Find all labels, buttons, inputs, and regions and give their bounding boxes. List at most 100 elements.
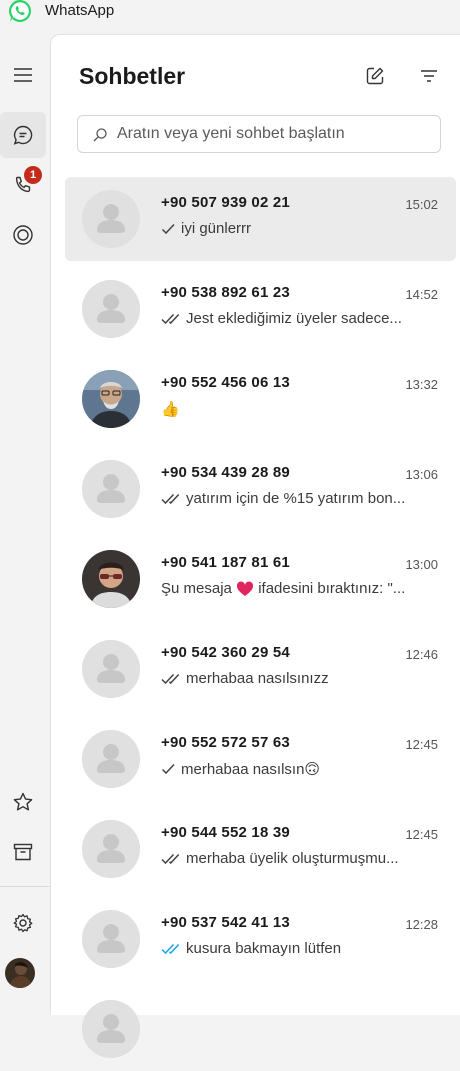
contact-avatar: [82, 370, 140, 428]
chat-timestamp: 12:28: [405, 917, 438, 932]
contact-name: +90 534 439 28 89: [161, 464, 290, 481]
chat-list-item[interactable]: [65, 987, 456, 1071]
menu-button[interactable]: [0, 52, 46, 98]
status-ring-icon: [13, 225, 33, 245]
delivered-double-tick-icon: [161, 673, 180, 684]
contact-name: +90 544 552 18 39: [161, 824, 290, 841]
search-placeholder: Aratın veya yeni sohbet başlatın: [117, 125, 345, 142]
contact-avatar: [82, 460, 140, 518]
delivered-double-tick-icon: [161, 313, 180, 324]
default-avatar-icon: [82, 190, 140, 248]
chat-list-item[interactable]: +90 534 439 28 89 13:06 yatırım için de %1…: [65, 447, 456, 531]
default-avatar-icon: [82, 280, 140, 338]
contact-avatar: [82, 280, 140, 338]
delivered-double-tick-icon: [161, 853, 180, 864]
sent-tick-icon: [161, 223, 175, 234]
archived-chats-button[interactable]: [0, 829, 46, 875]
star-icon: [13, 792, 33, 811]
title-bar: WhatsApp: [0, 0, 460, 34]
contact-photo-icon: [82, 550, 140, 608]
chat-list-item[interactable]: +90 507 939 02 21 15:02 iyi günlerrr: [65, 177, 456, 261]
chat-preview: Jest eklediğimiz üyeler sadece...: [161, 310, 423, 327]
hamburger-menu-icon: [14, 68, 32, 82]
contact-avatar: [82, 1000, 140, 1058]
profile-photo-icon: [5, 958, 35, 988]
chat-bubble-icon: [13, 125, 33, 145]
chat-timestamp: 12:46: [405, 647, 438, 662]
search-input[interactable]: Aratın veya yeni sohbet başlatın: [77, 115, 441, 153]
chat-preview-text: merhaba üyelik oluşturmuşmu...: [186, 850, 399, 867]
default-avatar-icon: [82, 640, 140, 698]
chat-timestamp: 12:45: [405, 827, 438, 842]
chat-list-item[interactable]: +90 541 187 81 61 13:00 Şu mesaja ifadesin…: [65, 537, 456, 621]
message-status: [161, 673, 181, 685]
chat-timestamp: 13:06: [405, 467, 438, 482]
chat-preview-text: Jest eklediğimiz üyeler sadece...: [186, 310, 402, 327]
gear-icon: [13, 913, 33, 933]
chat-list-item[interactable]: +90 537 542 41 13 12:28 kusura bakmayın lü…: [65, 897, 456, 981]
filter-button[interactable]: [416, 63, 442, 89]
chat-list-item[interactable]: +90 538 892 61 23 14:52 Jest eklediğimiz ü…: [65, 267, 456, 351]
chat-timestamp: 15:02: [405, 197, 438, 212]
app-title: WhatsApp: [45, 2, 115, 19]
filter-icon: [421, 70, 437, 82]
contact-avatar: [82, 910, 140, 968]
chat-preview: 👍: [161, 400, 423, 418]
contact-name: +90 537 542 41 13: [161, 914, 290, 931]
message-status: [161, 763, 176, 775]
message-status: [161, 313, 181, 325]
default-avatar-icon: [82, 820, 140, 878]
chat-preview-text: merhabaa nasılsın🙃: [181, 761, 321, 778]
chat-timestamp: 14:52: [405, 287, 438, 302]
profile-avatar[interactable]: [5, 958, 35, 988]
contact-avatar: [82, 550, 140, 608]
chat-timestamp: 13:00: [405, 557, 438, 572]
default-avatar-icon: [82, 730, 140, 788]
chat-list-item[interactable]: +90 552 456 06 13 13:32 👍: [65, 357, 456, 441]
chat-list-item[interactable]: +90 544 552 18 39 12:45 merhaba üyelik olu…: [65, 807, 456, 891]
message-status: [161, 943, 181, 955]
chats-nav-button[interactable]: [0, 112, 46, 158]
default-avatar-icon: [82, 910, 140, 968]
chat-list-item[interactable]: +90 542 360 29 54 12:46 merhabaa nasılsını…: [65, 627, 456, 711]
calls-badge: 1: [24, 166, 42, 184]
new-chat-button[interactable]: [362, 63, 388, 89]
chat-preview: kusura bakmayın lütfen: [161, 940, 423, 957]
message-status: [161, 223, 176, 235]
sent-tick-icon: [161, 763, 175, 775]
chat-preview: Şu mesaja ifadesini bıraktınız: "...: [161, 580, 423, 597]
chat-timestamp: 13:32: [405, 377, 438, 392]
contact-name: +90 542 360 29 54: [161, 644, 290, 661]
compose-icon: [366, 67, 384, 85]
rail-divider: [0, 886, 50, 887]
archive-icon: [13, 843, 33, 861]
chat-preview-text: kusura bakmayın lütfen: [186, 940, 342, 957]
whatsapp-logo-icon: [9, 0, 31, 22]
contact-name: +90 552 456 06 13: [161, 374, 290, 391]
chat-preview-text: iyi günlerrr: [181, 220, 252, 237]
page-title: Sohbetler: [79, 63, 186, 89]
contact-avatar: [82, 640, 140, 698]
red-heart-emoji-icon: [237, 581, 254, 597]
chat-preview: iyi günlerrr: [161, 220, 423, 237]
status-nav-button[interactable]: [0, 212, 46, 258]
read-double-tick-icon: [161, 943, 180, 954]
settings-button[interactable]: [0, 900, 46, 946]
chat-preview-text: 👍: [161, 401, 180, 418]
contact-name: +90 552 572 57 63: [161, 734, 290, 751]
delivered-double-tick-icon: [161, 493, 180, 504]
contact-photo-icon: [82, 370, 140, 428]
contact-avatar: [82, 820, 140, 878]
chat-preview-text: merhabaa nasılsınızz: [186, 670, 329, 687]
chat-list-panel: Sohbetler Aratın veya yeni sohbet başlat…: [50, 34, 460, 1058]
chat-timestamp: 12:45: [405, 737, 438, 752]
chat-preview: yatırım için de %15 yatırım bon...: [161, 490, 423, 507]
chat-preview-part: ifadesini bıraktınız: "...: [258, 580, 406, 597]
chat-list-item[interactable]: +90 552 572 57 63 12:45 merhabaa nasılsın🙃: [65, 717, 456, 801]
contact-avatar: [82, 190, 140, 248]
chat-preview: merhaba üyelik oluşturmuşmu...: [161, 850, 423, 867]
search-icon: [93, 128, 107, 142]
contact-name: +90 507 939 02 21: [161, 194, 290, 211]
starred-messages-button[interactable]: [0, 779, 46, 825]
chat-preview: merhabaa nasılsın🙃: [161, 760, 423, 778]
